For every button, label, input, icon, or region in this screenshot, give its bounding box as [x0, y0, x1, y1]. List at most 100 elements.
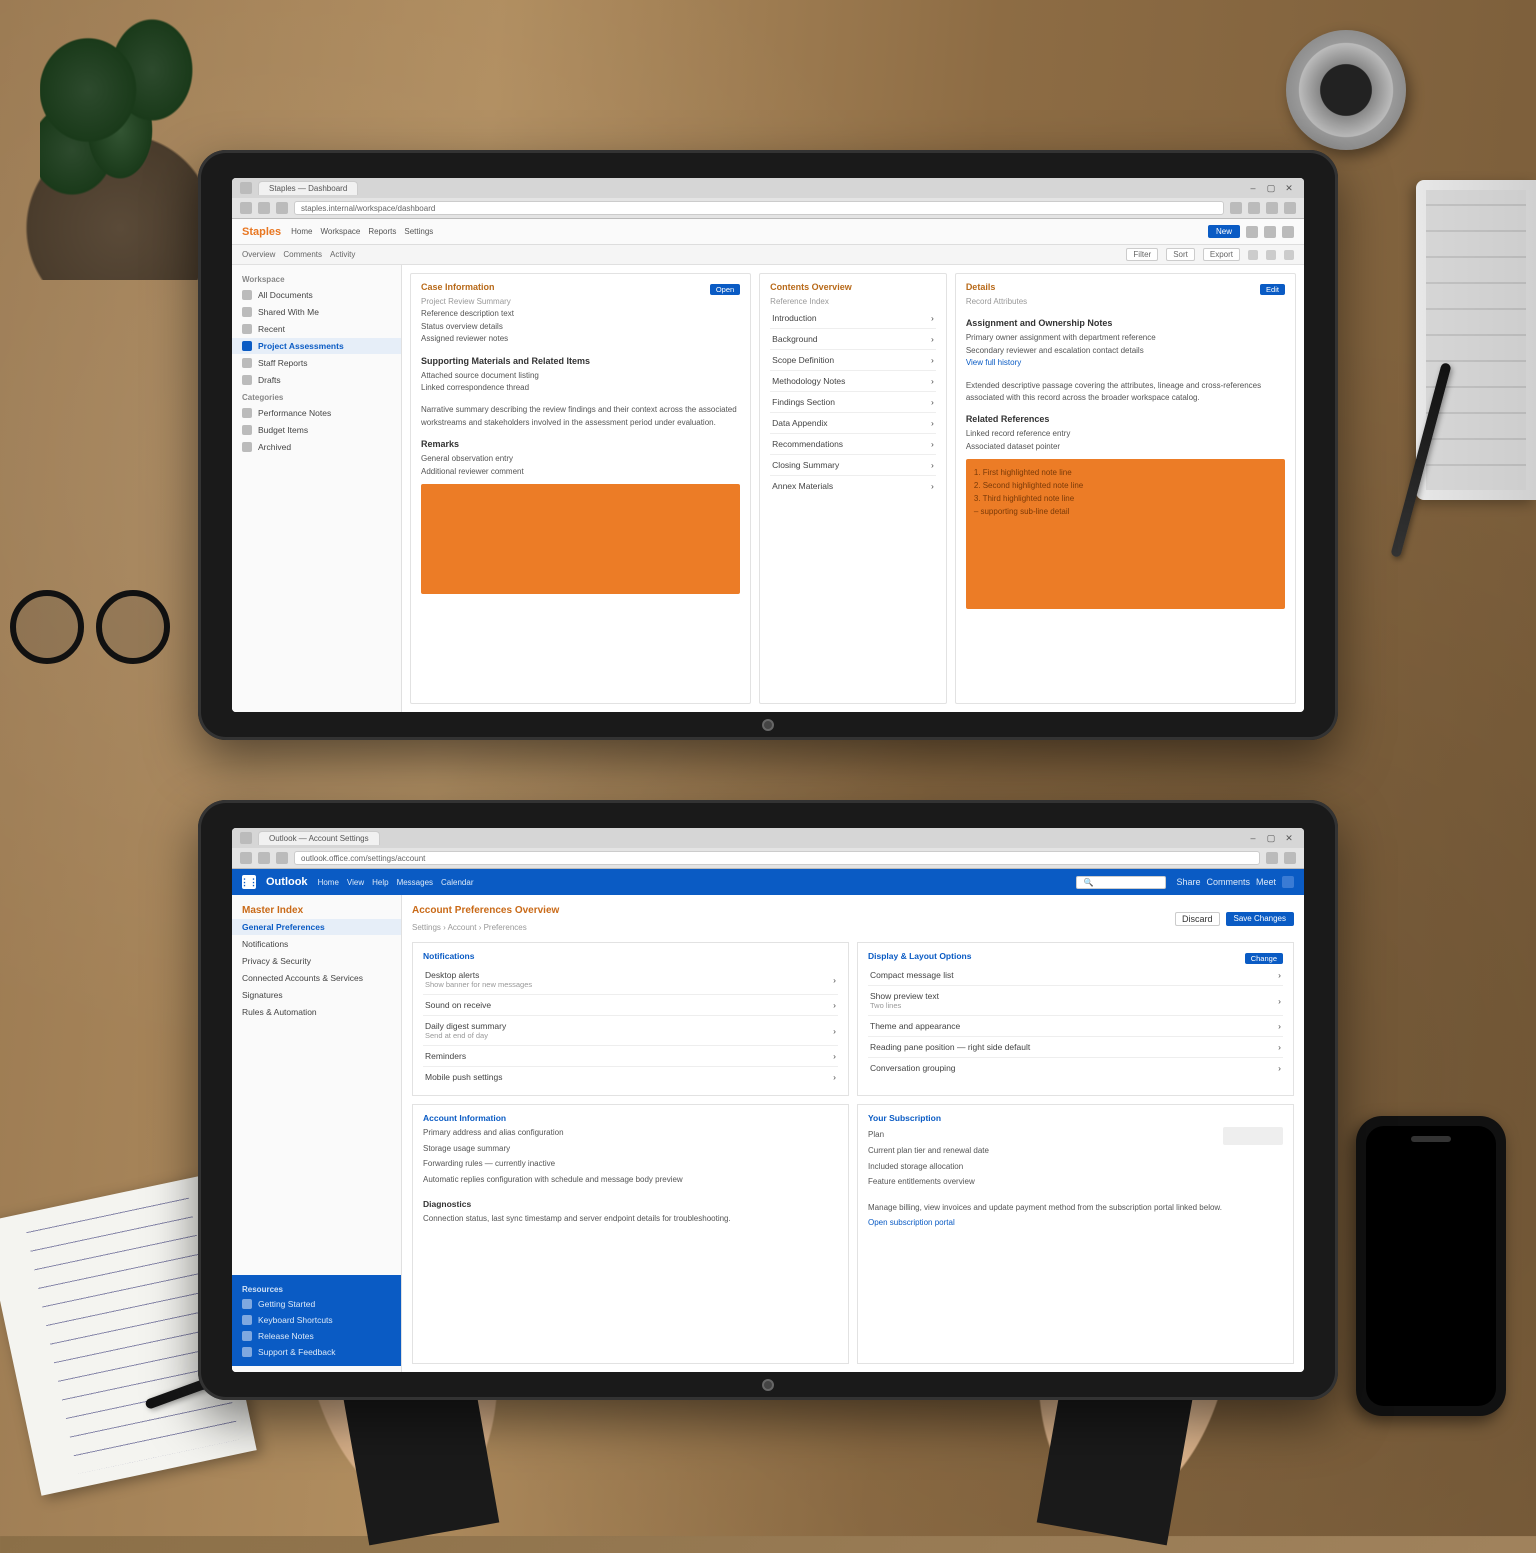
toc-item[interactable]: Findings Section› — [770, 392, 936, 413]
nav-home[interactable]: Home — [291, 227, 312, 236]
save-button[interactable]: Save Changes — [1226, 912, 1294, 926]
maximize-icon[interactable]: ▢ — [1264, 182, 1278, 194]
side-connected[interactable]: Connected Accounts & Services — [232, 970, 401, 986]
toc-item[interactable]: Introduction› — [770, 308, 936, 329]
profile-icon[interactable] — [1266, 202, 1278, 214]
side-general[interactable]: General Preferences — [232, 919, 401, 935]
export-button[interactable]: Export — [1203, 248, 1240, 261]
browser-tab-2[interactable]: Outlook — Account Settings — [258, 831, 380, 845]
tab-activity[interactable]: Activity — [330, 250, 355, 259]
reload-icon[interactable] — [276, 852, 288, 864]
sidebar-item-recent[interactable]: Recent — [232, 321, 401, 337]
side-shortcuts[interactable]: Keyboard Shortcuts — [232, 1312, 401, 1328]
new-button[interactable]: New — [1208, 225, 1240, 238]
browser-tab[interactable]: Staples — Dashboard — [258, 181, 358, 195]
toc-item[interactable]: Data Appendix› — [770, 413, 936, 434]
forward-icon[interactable] — [258, 202, 270, 214]
minimize-icon[interactable]: – — [1246, 832, 1260, 844]
sidebar-item-budget[interactable]: Budget Items — [232, 422, 401, 438]
setting-row[interactable]: Desktop alertsShow banner for new messag… — [423, 965, 838, 995]
meet-button[interactable]: Meet — [1256, 877, 1276, 887]
nav-home-2[interactable]: Home — [318, 878, 339, 887]
app-launcher-icon[interactable]: ⋮⋮ — [242, 875, 256, 889]
sidebar-item-drafts[interactable]: Drafts — [232, 372, 401, 388]
side-release[interactable]: Release Notes — [232, 1328, 401, 1344]
setting-row[interactable]: Reading pane position — right side defau… — [868, 1037, 1283, 1058]
home-button-icon[interactable] — [762, 719, 774, 731]
sidebar-item-archived[interactable]: Archived — [232, 439, 401, 455]
extensions-icon[interactable] — [1248, 202, 1260, 214]
toc-item[interactable]: Background› — [770, 329, 936, 350]
nav-reports[interactable]: Reports — [368, 227, 396, 236]
nav-messages[interactable]: Messages — [397, 878, 433, 887]
nav-view[interactable]: View — [347, 878, 364, 887]
menu-icon[interactable] — [1284, 202, 1296, 214]
nav-workspace[interactable]: Workspace — [320, 227, 360, 236]
comments-button[interactable]: Comments — [1206, 877, 1250, 887]
notifications-icon[interactable] — [1246, 226, 1258, 238]
nav-help[interactable]: Help — [372, 878, 388, 887]
side-privacy[interactable]: Privacy & Security — [232, 953, 401, 969]
side-support[interactable]: Support & Feedback — [232, 1344, 401, 1360]
nav-calendar[interactable]: Calendar — [441, 878, 473, 887]
toc-item[interactable]: Annex Materials› — [770, 476, 936, 496]
bookmark-icon[interactable] — [1266, 852, 1278, 864]
share-button[interactable]: Share — [1176, 877, 1200, 887]
history-link[interactable]: View full history — [966, 357, 1285, 369]
tab-comments[interactable]: Comments — [283, 250, 322, 259]
toc-item[interactable]: Scope Definition› — [770, 350, 936, 371]
setting-row[interactable]: Sound on receive› — [423, 995, 838, 1016]
setting-row[interactable]: Conversation grouping› — [868, 1058, 1283, 1078]
setting-row[interactable]: Compact message list› — [868, 965, 1283, 986]
menu-icon[interactable] — [1284, 852, 1296, 864]
maximize-icon[interactable]: ▢ — [1264, 832, 1278, 844]
setting-row[interactable]: Mobile push settings› — [423, 1067, 838, 1087]
avatar-icon[interactable] — [1282, 226, 1294, 238]
side-signatures[interactable]: Signatures — [232, 987, 401, 1003]
avatar-icon[interactable] — [1282, 876, 1294, 888]
open-button[interactable]: Open — [710, 284, 740, 295]
discard-button[interactable]: Discard — [1175, 912, 1220, 926]
grid-view-icon[interactable] — [1248, 250, 1258, 260]
address-bar-2[interactable]: outlook.office.com/settings/account — [294, 851, 1260, 865]
setting-row[interactable]: Reminders› — [423, 1046, 838, 1067]
help-icon[interactable] — [1264, 226, 1276, 238]
close-icon[interactable]: ✕ — [1282, 182, 1296, 194]
setting-row[interactable]: Theme and appearance› — [868, 1016, 1283, 1037]
change-button[interactable]: Change — [1245, 953, 1283, 964]
filter-button[interactable]: Filter — [1126, 248, 1158, 261]
forward-icon[interactable] — [258, 852, 270, 864]
back-icon[interactable] — [240, 852, 252, 864]
more-icon[interactable] — [1284, 250, 1294, 260]
side-getting-started[interactable]: Getting Started — [232, 1296, 401, 1312]
edit-button[interactable]: Edit — [1260, 284, 1285, 295]
sidebar-item-projects[interactable]: Project Assessments — [232, 338, 401, 354]
address-bar[interactable]: staples.internal/workspace/dashboard — [294, 201, 1224, 215]
toc-item[interactable]: Methodology Notes› — [770, 371, 936, 392]
side-notifications[interactable]: Notifications — [232, 936, 401, 952]
tab-overview[interactable]: Overview — [242, 250, 275, 259]
sort-button[interactable]: Sort — [1166, 248, 1195, 261]
side-rules[interactable]: Rules & Automation — [232, 1004, 401, 1020]
home-button-icon[interactable] — [762, 1379, 774, 1391]
brand-logo[interactable]: Staples — [242, 226, 281, 238]
brand-logo-2[interactable]: Outlook — [266, 876, 308, 888]
sidebar-item-all[interactable]: All Documents — [232, 287, 401, 303]
bookmark-icon[interactable] — [1230, 202, 1242, 214]
list-view-icon[interactable] — [1266, 250, 1276, 260]
reload-icon[interactable] — [276, 202, 288, 214]
sidebar-item-shared[interactable]: Shared With Me — [232, 304, 401, 320]
sidebar-item-perf[interactable]: Performance Notes — [232, 405, 401, 421]
toc-item[interactable]: Closing Summary› — [770, 455, 936, 476]
search-input[interactable]: 🔍 — [1076, 876, 1166, 889]
panel3-sub: Record Attributes — [966, 296, 1285, 308]
subscription-link[interactable]: Open subscription portal — [868, 1217, 1283, 1229]
back-icon[interactable] — [240, 202, 252, 214]
sidebar-item-staff[interactable]: Staff Reports — [232, 355, 401, 371]
setting-row[interactable]: Show preview textTwo lines› — [868, 986, 1283, 1016]
close-icon[interactable]: ✕ — [1282, 832, 1296, 844]
toc-item[interactable]: Recommendations› — [770, 434, 936, 455]
nav-settings[interactable]: Settings — [404, 227, 433, 236]
setting-row[interactable]: Daily digest summarySend at end of day› — [423, 1016, 838, 1046]
minimize-icon[interactable]: – — [1246, 182, 1260, 194]
